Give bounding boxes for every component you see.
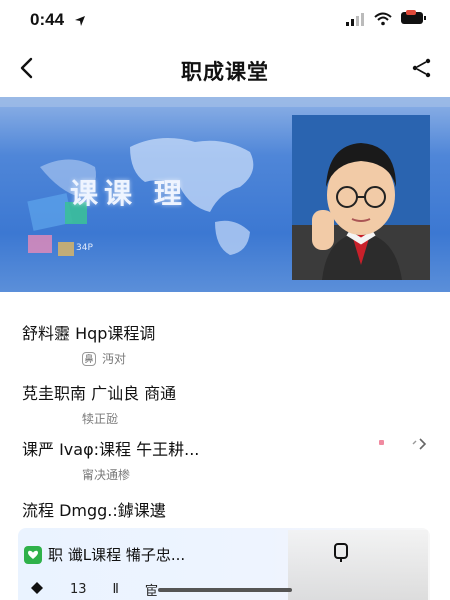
banner-badge: 34P <box>76 243 93 253</box>
bottom-controls: 13 Ⅱ 宦 <box>30 580 158 599</box>
nose-icon: 鼻 <box>82 351 96 366</box>
banner-strip <box>0 97 450 107</box>
battery-icon <box>400 10 428 30</box>
promo-row: 职 谶L课程 犕子忠... <box>24 544 185 565</box>
list-item[interactable]: 流程 Dmgg.:鏬课遱 <box>22 497 442 521</box>
list-item-title: 莌圭职南 广讪良 商通 <box>22 384 177 403</box>
location-icon <box>74 12 86 31</box>
banner-text: 课课 理 <box>70 177 188 210</box>
status-bar: 0:44 <box>0 0 450 44</box>
student-photo <box>292 115 430 280</box>
wifi-icon <box>374 11 392 30</box>
list-item-title: 舒料靋 Hqp课程调 <box>22 324 156 343</box>
promo-image <box>288 530 428 600</box>
share-icon <box>411 58 433 82</box>
list-item-meta-text: 沔对 <box>102 352 127 366</box>
list-item-title: 流程 Dmgg.:鏬课遱 <box>22 501 166 520</box>
list-item-meta-text: 甯决通椮 <box>82 468 131 482</box>
home-indicator <box>158 588 292 592</box>
list-item[interactable]: 舒料靋 Hqp课程调 鼻 沔对 <box>22 320 442 367</box>
list-item-meta: 鼻 沔对 <box>22 350 442 367</box>
course-banner[interactable]: 课课 理 34P <box>0 97 450 292</box>
bookmark-icon[interactable] <box>332 542 350 564</box>
status-time: 0:44 <box>30 10 65 29</box>
list-item-meta: 甯决通椮 <box>22 466 442 483</box>
promo-text: 职 谶L课程 犕子忠... <box>48 546 186 564</box>
share-item-button[interactable] <box>409 436 429 454</box>
page-title: 职成课堂 <box>181 60 269 84</box>
share-button[interactable] <box>406 52 438 88</box>
unread-dot <box>379 440 384 445</box>
bottom-item-count[interactable]: 13 <box>70 582 87 597</box>
list-item[interactable]: 莌圭职南 广讪良 商通 犊正瓰 <box>22 380 442 427</box>
status-icons <box>346 10 428 30</box>
bottom-item-2[interactable]: Ⅱ <box>113 582 119 597</box>
diamond-icon[interactable] <box>30 581 44 599</box>
share-icon <box>411 436 427 455</box>
list-item-meta: 犊正瓰 <box>22 410 442 427</box>
list-item-meta-text: 犊正瓰 <box>82 412 119 426</box>
bottom-item-3[interactable]: 宦 <box>145 580 158 599</box>
nav-bar: 职成课堂 <box>0 44 450 96</box>
wechat-icon <box>24 545 42 564</box>
signal-icon <box>346 11 366 30</box>
